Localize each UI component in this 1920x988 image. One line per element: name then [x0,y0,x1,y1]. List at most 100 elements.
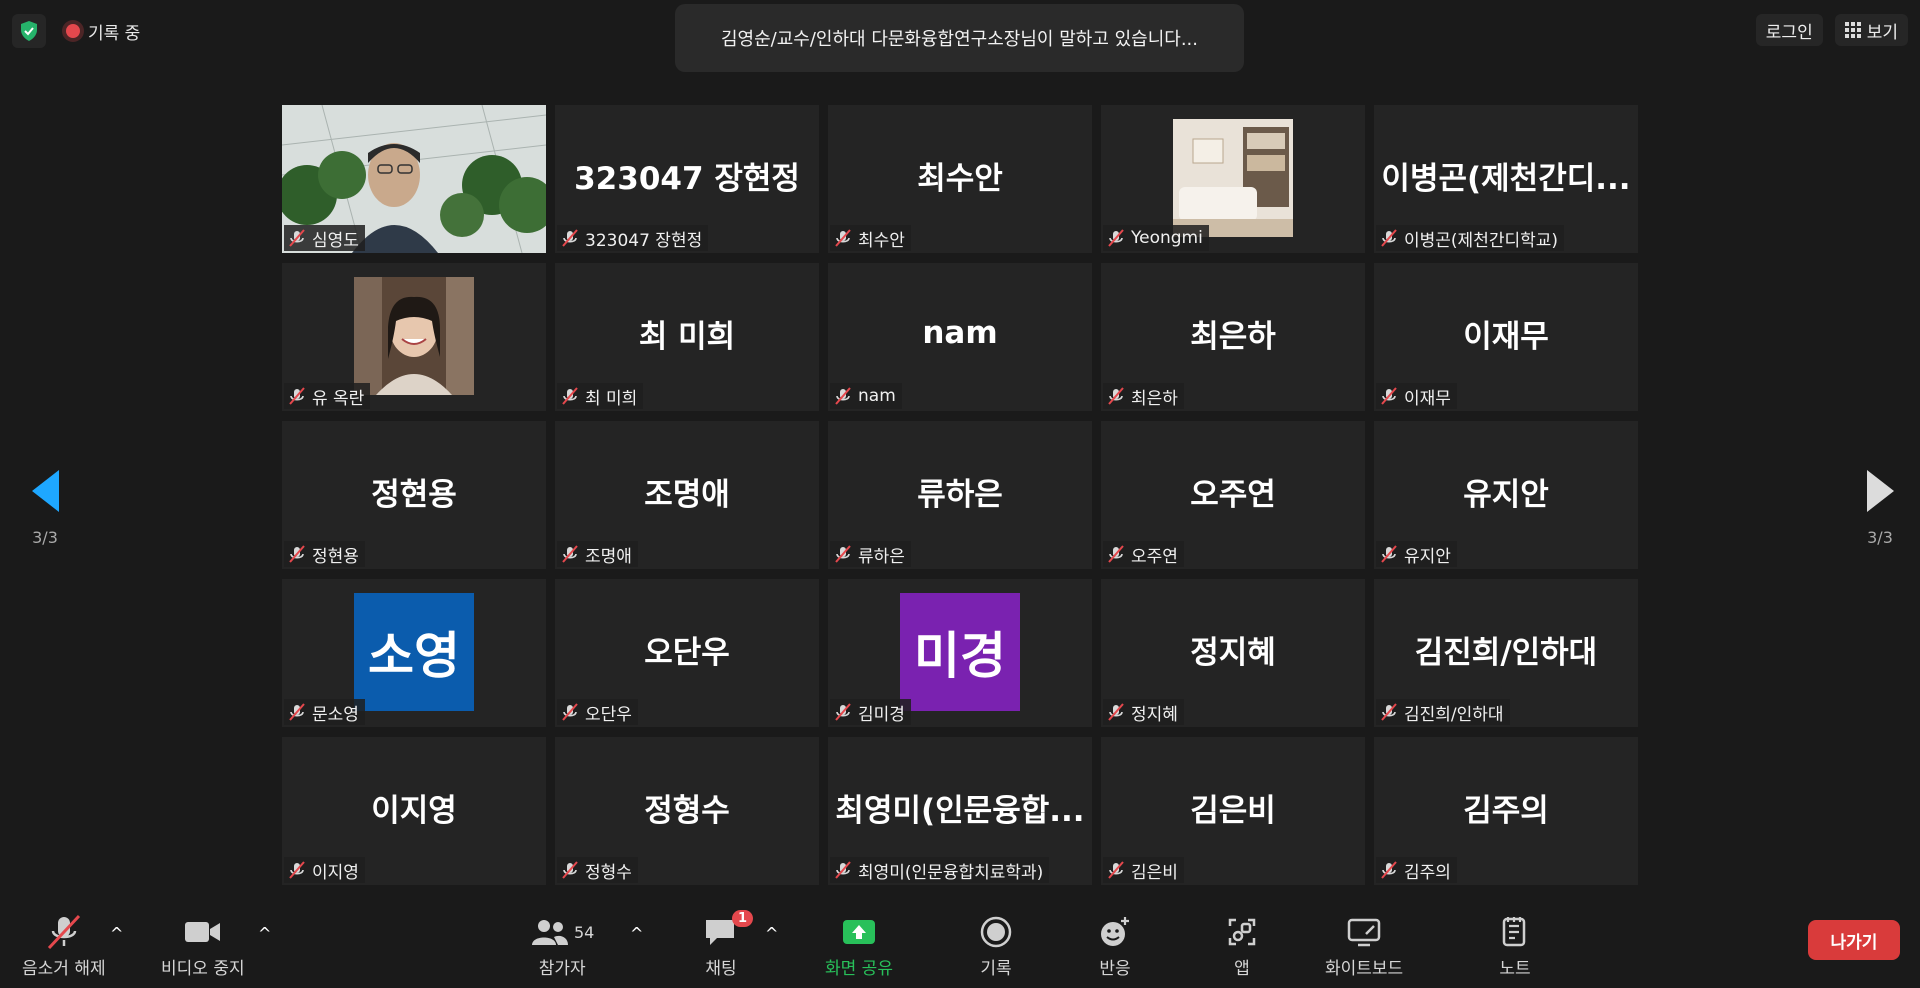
participant-profile-photo [1173,119,1293,237]
participant-tile[interactable]: 미경 김미경 [828,579,1092,727]
participant-name-label: 이지영 [284,857,365,883]
participant-tile[interactable]: 이병곤(제천간디... 이병곤(제천간디학교) [1374,105,1638,253]
record-button[interactable]: 기록 [979,914,1013,979]
participant-name-label: 김은비 [1103,857,1184,883]
meeting-toolbar: 음소거 해제 ^ 비디오 중지 ^ 54 참가자 ^ 1 채팅 ^ 화면 공유 [0,906,1920,988]
participant-tile[interactable]: 최은하 최은하 [1101,263,1365,411]
participant-tile[interactable]: 소영 문소영 [282,579,546,727]
notes-label: 노트 [1499,959,1531,979]
chat-unread-badge: 1 [731,910,753,927]
participant-tile[interactable]: 정지혜 정지혜 [1101,579,1365,727]
recording-indicator[interactable]: 기록 중 [60,15,146,48]
security-shield-icon[interactable] [12,14,46,48]
chat-options-caret-icon[interactable]: ^ [765,924,778,943]
participant-tile[interactable]: 이재무 이재무 [1374,263,1638,411]
participant-name-label: 이재무 [1376,383,1457,409]
participant-name: 류하은 [858,546,905,567]
participant-name: 이병곤(제천간디학교) [1404,230,1559,251]
participant-tile[interactable]: 정현용 정현용 [282,421,546,569]
participant-name-label: Yeongmi [1103,225,1209,251]
next-page-nav[interactable]: 3/3 [1845,470,1915,547]
mic-muted-icon [1381,861,1397,879]
share-screen-icon [841,914,877,950]
reactions-button[interactable]: 반응 [1098,914,1132,979]
participant-display-name: 최 미희 [638,318,736,355]
top-right-controls: 로그인 보기 [1755,14,1908,46]
mic-muted-icon [1108,861,1124,879]
leave-meeting-button[interactable]: 나가기 [1808,920,1900,960]
participant-tile[interactable]: 최 미희 최 미희 [555,263,819,411]
participant-display-name: 류하은 [917,476,1003,513]
participant-name-label: 최 미희 [557,383,644,409]
participant-tile[interactable]: 323047 장현정 323047 장현정 [555,105,819,253]
view-button[interactable]: 보기 [1834,14,1908,46]
participants-options-caret-icon[interactable]: ^ [630,924,643,943]
login-button[interactable]: 로그인 [1755,14,1823,46]
whiteboard-button[interactable]: 화이트보드 [1325,914,1403,979]
participant-count: 54 [574,922,595,942]
login-label: 로그인 [1765,22,1813,43]
participant-display-name: 오단우 [644,634,730,671]
mic-muted-icon [562,861,578,879]
mic-muted-icon [835,545,851,563]
page-indicator-right: 3/3 [1867,528,1893,547]
video-options-caret-icon[interactable]: ^ [258,924,271,943]
mic-muted-icon [562,387,578,405]
apps-button[interactable]: 앱 [1226,914,1258,979]
participant-tile[interactable]: 이지영 이지영 [282,737,546,885]
participant-name: 최 미희 [585,388,638,409]
participant-tile[interactable]: 유 옥란 [282,263,546,411]
participant-tile[interactable]: 오단우 오단우 [555,579,819,727]
participant-gallery: 심영도 323047 장현정 323047 장현정 최수안 최수안 Yeongmi 이병곤(… [282,105,1638,885]
whiteboard-icon [1346,914,1382,950]
participant-display-name: 이병곤(제천간디... [1381,160,1631,197]
participant-tile[interactable]: 조명애 조명애 [555,421,819,569]
participant-display-name: 323047 장현정 [574,160,800,197]
mic-muted-icon [562,229,578,247]
stop-video-button[interactable]: 비디오 중지 [161,914,245,979]
participant-tile[interactable]: 정형수 정형수 [555,737,819,885]
participant-tile[interactable]: 오주연 오주연 [1101,421,1365,569]
mic-muted-icon [289,861,305,879]
chat-button[interactable]: 1 채팅 [703,910,753,979]
previous-page-nav[interactable]: 3/3 [10,470,80,547]
participant-tile[interactable]: 심영도 [282,105,546,253]
participant-name: 유지안 [1404,546,1451,567]
participant-tile[interactable]: 최영미(인문융합... 최영미(인문융합치료학과) [828,737,1092,885]
participant-tile[interactable]: 김진희/인하대 김진희/인하대 [1374,579,1638,727]
participant-name-label: 정지혜 [1103,699,1184,725]
participant-name-label: 오주연 [1103,541,1184,567]
record-icon [979,914,1013,950]
participant-name-label: 최수안 [830,225,911,251]
participant-tile[interactable]: Yeongmi [1101,105,1365,253]
mic-muted-icon [1381,545,1397,563]
participant-display-name: nam [922,315,998,351]
share-screen-button[interactable]: 화면 공유 [825,914,893,979]
participant-name-label: 심영도 [284,225,365,251]
notes-icon [1499,914,1531,950]
unmute-button[interactable]: 음소거 해제 [22,914,106,979]
participants-button[interactable]: 54 참가자 [530,914,594,979]
audio-options-caret-icon[interactable]: ^ [110,924,123,943]
participant-name: 오주연 [1131,546,1178,567]
participant-name-label: 오단우 [557,699,638,725]
participant-tile[interactable]: 김은비 김은비 [1101,737,1365,885]
participant-tile[interactable]: 최수안 최수안 [828,105,1092,253]
participant-tile[interactable]: nam nam [828,263,1092,411]
whiteboard-label: 화이트보드 [1325,959,1404,979]
participant-name: 김진희/인하대 [1404,704,1504,725]
participant-tile[interactable]: 류하은 류하은 [828,421,1092,569]
participant-name: 최영미(인문융합치료학과) [858,862,1044,883]
participant-tile[interactable]: 김주의 김주의 [1374,737,1638,885]
participant-display-name: 김주의 [1463,792,1549,829]
participant-name-label: nam [830,383,902,409]
participant-tile[interactable]: 유지안 유지안 [1374,421,1638,569]
emoji-add-icon [1098,914,1132,950]
participants-icon-row: 54 [530,914,594,950]
participants-label: 참가자 [538,959,586,979]
mic-muted-icon [1381,229,1397,247]
video-camera-icon [183,914,223,950]
share-screen-label: 화면 공유 [825,959,893,979]
notes-button[interactable]: 노트 [1499,914,1531,979]
participant-avatar: 미경 [900,593,1020,711]
